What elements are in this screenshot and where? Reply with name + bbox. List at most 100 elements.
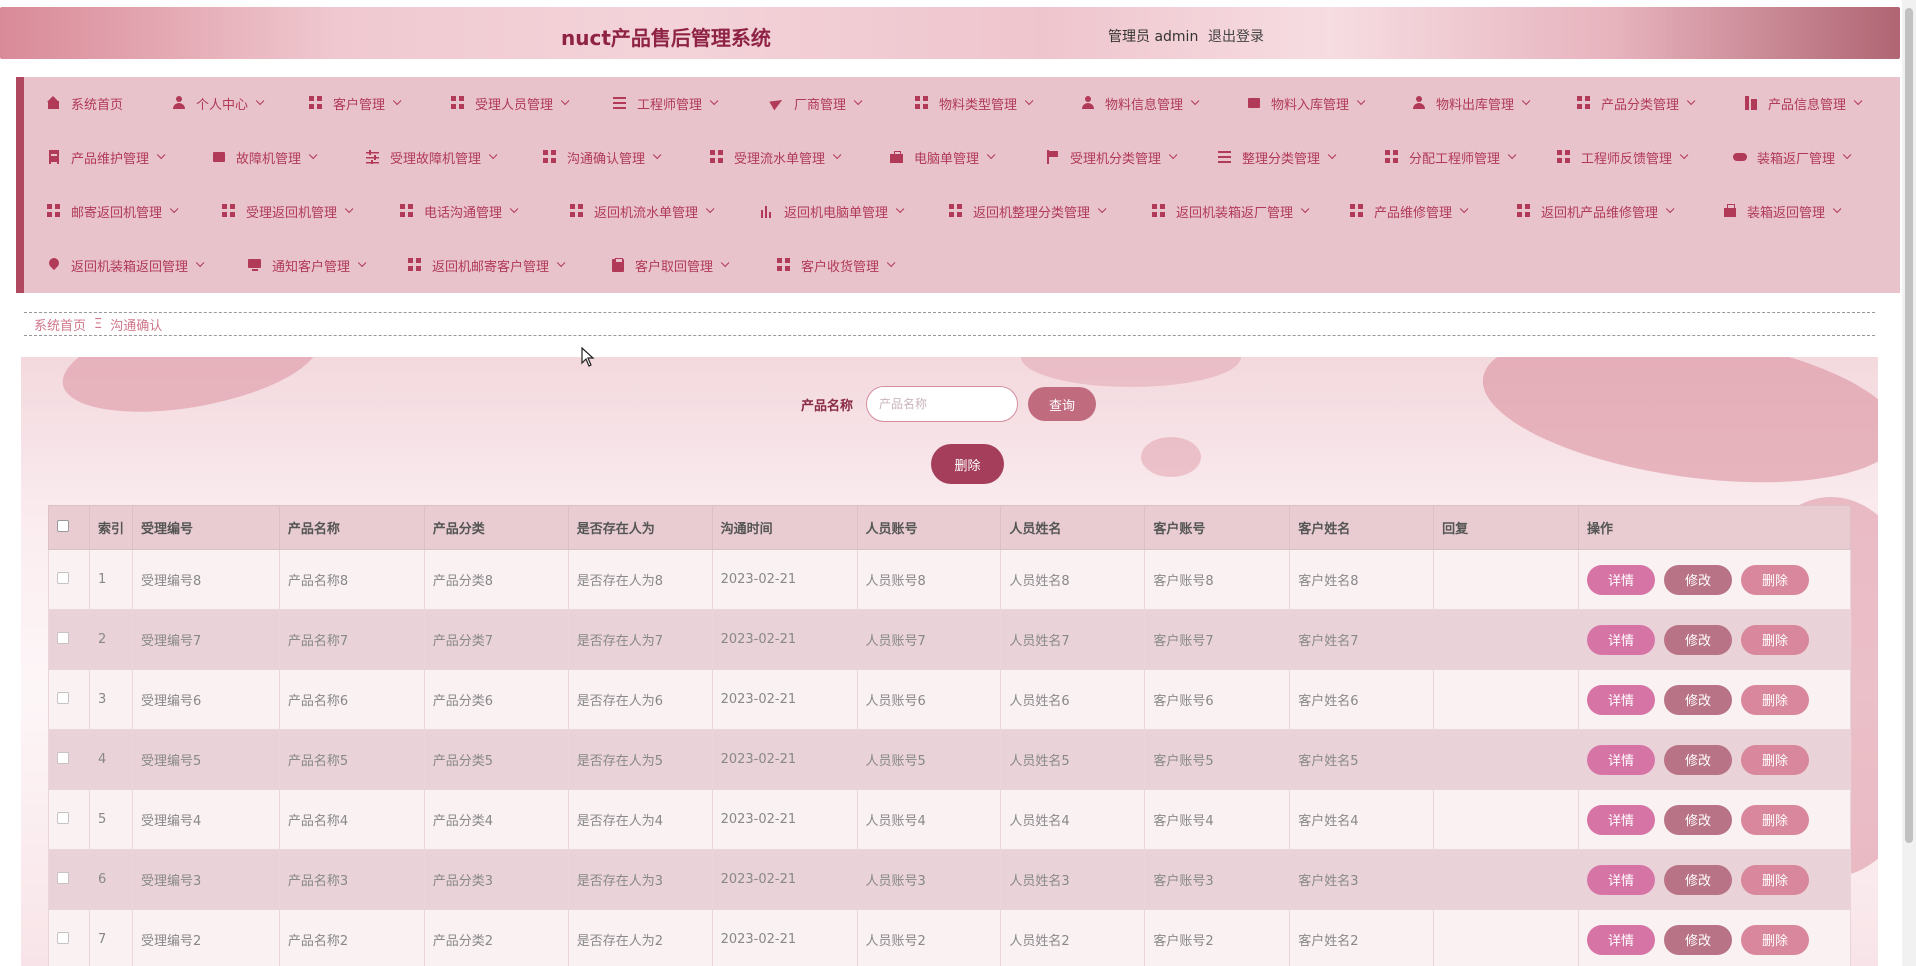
- cell-time: 2023-02-21: [711, 789, 858, 850]
- nav-item[interactable]: 邮寄返回机管理: [47, 201, 179, 221]
- nav-item[interactable]: 客户收货管理: [777, 255, 896, 275]
- chevron-down-icon: [1665, 204, 1675, 214]
- query-button[interactable]: 查询: [1028, 387, 1096, 421]
- select-all-checkbox[interactable]: [57, 519, 69, 532]
- nav-item[interactable]: 产品分类管理: [1577, 93, 1696, 113]
- nav-item[interactable]: 物料信息管理: [1081, 93, 1200, 113]
- scrollbar-thumb[interactable]: [1905, 8, 1913, 843]
- delete-button[interactable]: 删除: [1741, 804, 1810, 835]
- nav-item-label: 装箱返厂管理: [1757, 151, 1836, 167]
- column-header: 人员账号: [856, 505, 1002, 550]
- nav-item[interactable]: 工程师管理: [613, 93, 719, 113]
- nav-item[interactable]: 受理流水单管理: [710, 147, 842, 167]
- row-checkbox[interactable]: [57, 811, 69, 824]
- row-checkbox[interactable]: [57, 751, 69, 764]
- cell-accept-no: 受理编号4: [131, 789, 280, 850]
- nav-item[interactable]: 产品维护管理: [47, 147, 166, 167]
- edit-button[interactable]: 修改: [1664, 864, 1733, 895]
- delete-button[interactable]: 删除: [1741, 684, 1810, 715]
- nav-item[interactable]: 返回机邮寄客户管理: [408, 255, 566, 275]
- nav-item[interactable]: 返回机产品维修管理: [1517, 201, 1675, 221]
- cell-human: 是否存在人为4: [567, 789, 713, 850]
- edit-button[interactable]: 修改: [1664, 924, 1733, 955]
- briefcase-icon: [890, 150, 904, 164]
- nav-item[interactable]: 返回机装箱返回管理: [47, 255, 205, 275]
- chevron-down-icon: [255, 96, 265, 106]
- nav-item[interactable]: 返回机装箱返厂管理: [1152, 201, 1310, 221]
- row-checkbox[interactable]: [57, 691, 69, 704]
- column-header: 是否存在人为: [567, 505, 713, 550]
- detail-button[interactable]: 详情: [1587, 624, 1656, 655]
- chevron-down-icon: [357, 258, 367, 268]
- nav-item[interactable]: 装箱返厂管理: [1733, 147, 1852, 167]
- app-title: nuct产品售后管理系统: [561, 26, 771, 50]
- nav-item[interactable]: 客户取回管理: [611, 255, 730, 275]
- product-name-input[interactable]: [866, 386, 1018, 422]
- cell-staff-name: 人员姓名4: [1000, 789, 1146, 850]
- breadcrumb-home[interactable]: 系统首页: [34, 315, 86, 334]
- nav-item[interactable]: 分配工程师管理: [1385, 147, 1517, 167]
- nav-item[interactable]: 产品信息管理: [1744, 93, 1863, 113]
- nav-item[interactable]: 系统首页: [47, 93, 123, 113]
- detail-button[interactable]: 详情: [1587, 864, 1656, 895]
- nav-item[interactable]: 受理机分类管理: [1046, 147, 1178, 167]
- delete-button[interactable]: 删除: [1741, 624, 1810, 655]
- nav-item[interactable]: 电话沟通管理: [400, 201, 519, 221]
- nav-item[interactable]: 工程师反馈管理: [1557, 147, 1689, 167]
- nav-item[interactable]: 返回机整理分类管理: [949, 201, 1107, 221]
- row-checkbox[interactable]: [57, 871, 69, 884]
- row-select-cell: [48, 849, 90, 910]
- delete-button[interactable]: 删除: [1741, 864, 1810, 895]
- nav-item[interactable]: 通知客户管理: [248, 255, 367, 275]
- nav-item-label: 返回机装箱返厂管理: [1176, 205, 1294, 221]
- nav-item[interactable]: 厂商管理: [770, 93, 863, 113]
- grid-icon: [1557, 150, 1571, 164]
- edit-button[interactable]: 修改: [1664, 564, 1733, 595]
- batch-delete-button[interactable]: 删除: [931, 444, 1004, 484]
- nav-item[interactable]: 受理人员管理: [451, 93, 570, 113]
- row-checkbox[interactable]: [57, 931, 69, 944]
- nav-item[interactable]: 受理返回机管理: [222, 201, 354, 221]
- logout-link[interactable]: 退出登录: [1208, 26, 1264, 46]
- nav-item-label: 邮寄返回机管理: [71, 205, 163, 221]
- delete-button[interactable]: 删除: [1741, 564, 1810, 595]
- cell-human: 是否存在人为7: [567, 609, 713, 670]
- chevron-down-icon: [1832, 204, 1842, 214]
- nav-item[interactable]: 返回机流水单管理: [570, 201, 715, 221]
- data-table: 索引 受理编号 产品名称 产品分类 是否存在人为 沟通时间 人员账号 人员姓名 客户账号 客户姓名…: [48, 505, 1851, 966]
- edit-button[interactable]: 修改: [1664, 804, 1733, 835]
- detail-button[interactable]: 详情: [1587, 744, 1656, 775]
- nav-item[interactable]: 受理故障机管理: [366, 147, 498, 167]
- detail-button[interactable]: 详情: [1587, 924, 1656, 955]
- nav-item[interactable]: 物料出库管理: [1412, 93, 1531, 113]
- detail-button[interactable]: 详情: [1587, 564, 1656, 595]
- delete-button[interactable]: 删除: [1741, 924, 1810, 955]
- cell-accept-no: 受理编号5: [131, 729, 280, 790]
- cell-cust-name: 客户姓名8: [1289, 549, 1435, 610]
- edit-button[interactable]: 修改: [1664, 624, 1733, 655]
- edit-button[interactable]: 修改: [1664, 684, 1733, 715]
- row-checkbox[interactable]: [57, 631, 69, 644]
- nav-item-label: 产品信息管理: [1768, 97, 1847, 113]
- vertical-scrollbar[interactable]: [1902, 0, 1916, 966]
- nav-item[interactable]: 物料类型管理: [915, 93, 1034, 113]
- edit-button[interactable]: 修改: [1664, 744, 1733, 775]
- delete-button[interactable]: 删除: [1741, 744, 1810, 775]
- nav-item[interactable]: 装箱返回管理: [1723, 201, 1842, 221]
- detail-button[interactable]: 详情: [1587, 804, 1656, 835]
- nav-item[interactable]: 产品维修管理: [1350, 201, 1469, 221]
- nav-item[interactable]: 个人中心: [172, 93, 265, 113]
- cell-staff-name: 人员姓名5: [1000, 729, 1146, 790]
- nav-item[interactable]: 整理分类管理: [1218, 147, 1337, 167]
- nav-item[interactable]: 返回机电脑单管理: [760, 201, 905, 221]
- nav-item[interactable]: 电脑单管理: [890, 147, 996, 167]
- chevron-down-icon: [169, 204, 179, 214]
- nav-item[interactable]: 物料入库管理: [1247, 93, 1366, 113]
- cell-reply: [1433, 789, 1580, 850]
- detail-button[interactable]: 详情: [1587, 684, 1656, 715]
- nav-item[interactable]: 客户管理: [309, 93, 402, 113]
- nav-item[interactable]: 沟通确认管理: [543, 147, 662, 167]
- chevron-down-icon: [1097, 204, 1107, 214]
- nav-item[interactable]: 故障机管理: [212, 147, 318, 167]
- row-checkbox[interactable]: [57, 571, 69, 584]
